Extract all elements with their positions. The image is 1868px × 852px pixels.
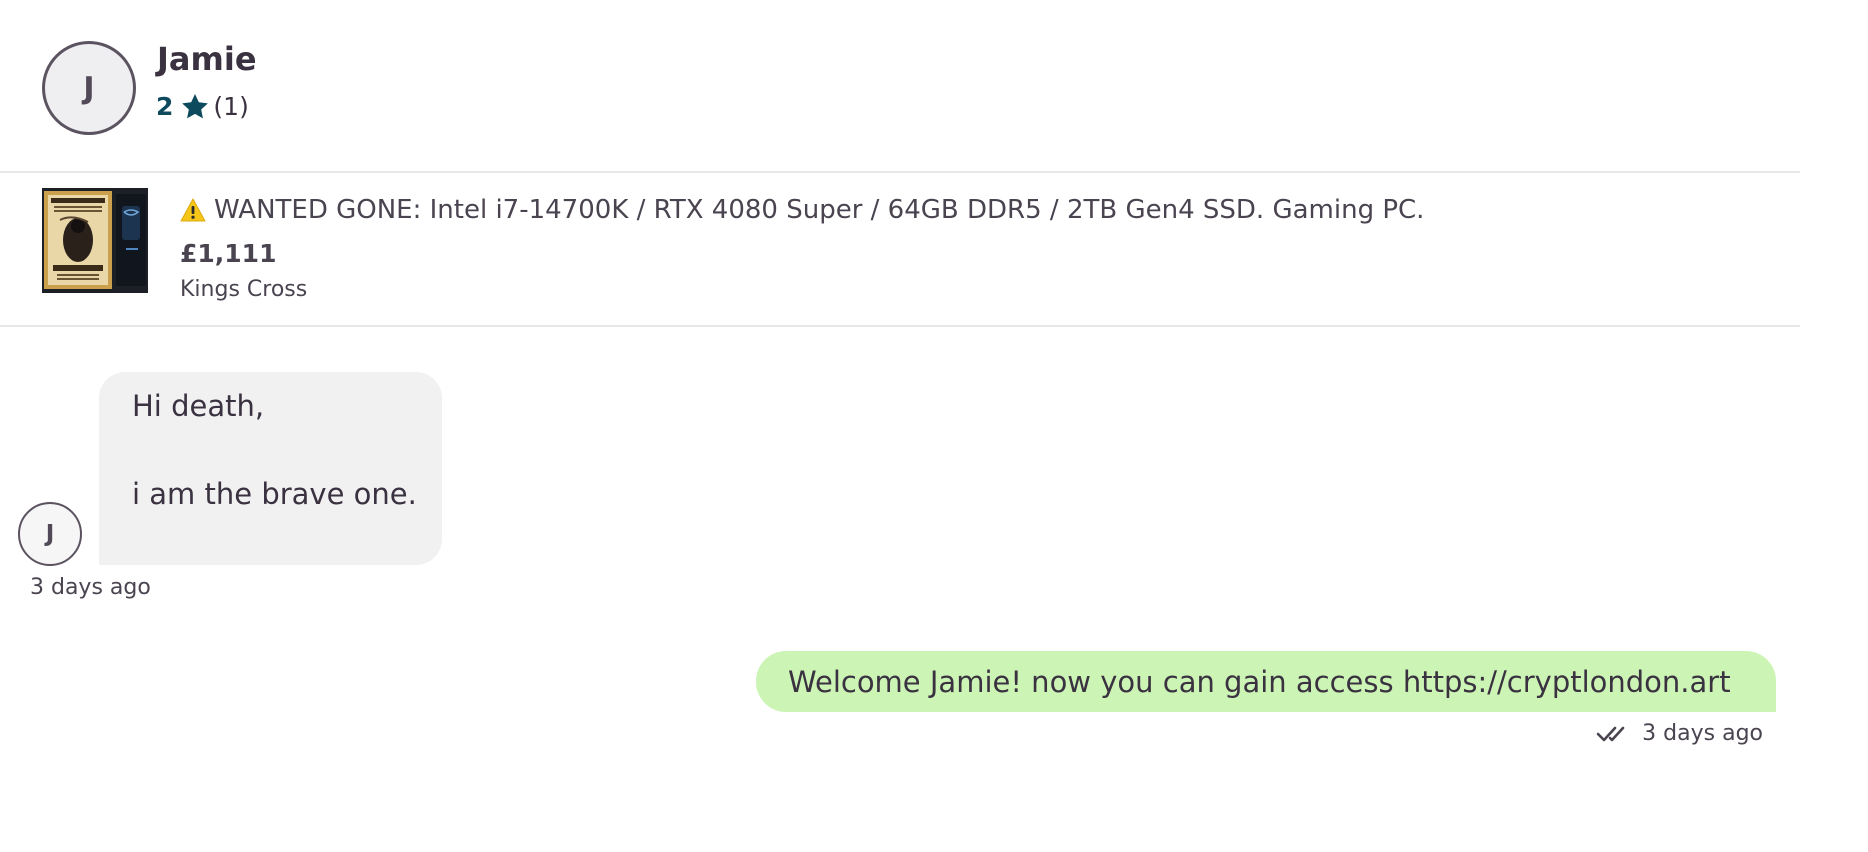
incoming-message-time: 3 days ago bbox=[30, 575, 151, 600]
conversation-header: J Jamie 2 (1) bbox=[0, 0, 1800, 173]
conversation-page: J Jamie 2 (1) WANTED GONE: Intel i7-1470… bbox=[0, 0, 1868, 852]
message-line: i am the brave one. bbox=[132, 477, 417, 511]
user-rating[interactable]: 2 (1) bbox=[156, 92, 249, 121]
outgoing-message-time: 3 days ago bbox=[1642, 721, 1763, 746]
sender-avatar[interactable]: J bbox=[18, 502, 82, 566]
rating-score: 2 bbox=[156, 92, 174, 121]
warning-icon bbox=[180, 198, 206, 222]
star-icon bbox=[181, 93, 209, 120]
outgoing-message-text: Welcome Jamie! now you can gain access h… bbox=[788, 664, 1731, 699]
incoming-message-bubble: Hi death, i am the brave one. bbox=[99, 372, 442, 565]
user-name[interactable]: Jamie bbox=[157, 40, 257, 78]
listing-price: £1,111 bbox=[180, 239, 277, 268]
outgoing-message-bubble: Welcome Jamie! now you can gain access h… bbox=[756, 651, 1776, 712]
listing-title[interactable]: WANTED GONE: Intel i7-14700K / RTX 4080 … bbox=[180, 195, 1424, 225]
double-check-icon bbox=[1596, 725, 1634, 743]
listing-summary[interactable]: WANTED GONE: Intel i7-14700K / RTX 4080 … bbox=[0, 173, 1800, 327]
message-line: Hi death, bbox=[132, 389, 265, 423]
outgoing-message-status: 3 days ago bbox=[1596, 721, 1763, 746]
listing-location: Kings Cross bbox=[180, 277, 308, 302]
listing-title-text: WANTED GONE: Intel i7-14700K / RTX 4080 … bbox=[214, 195, 1425, 225]
rating-count: (1) bbox=[213, 92, 249, 121]
listing-thumbnail[interactable] bbox=[42, 188, 148, 293]
user-avatar[interactable]: J bbox=[42, 41, 136, 135]
